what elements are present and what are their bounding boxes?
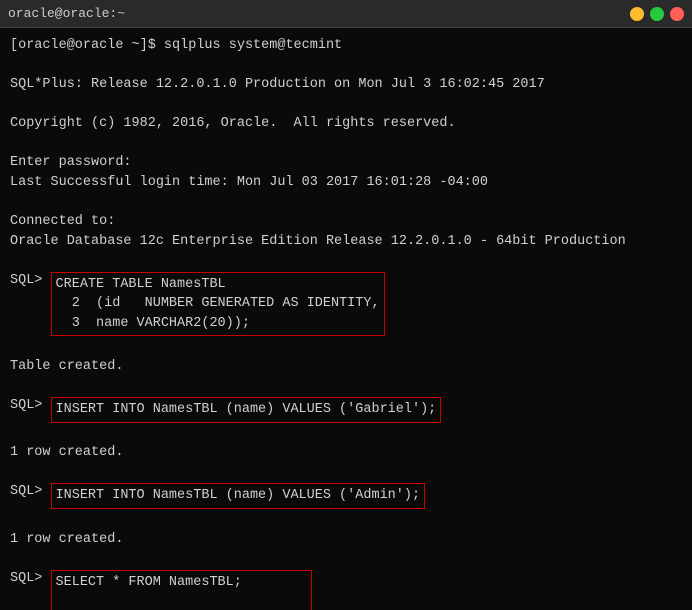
sql-prompt-1: SQL> [10,271,51,291]
create-table-block: SQL> CREATE TABLE NamesTBL 2 (id NUMBER … [10,271,682,338]
insert2-block: SQL> INSERT INTO NamesTBL (name) VALUES … [10,482,682,510]
insert1-line: INSERT INTO NamesTBL (name) VALUES ('Gab… [56,400,437,420]
blank [10,549,682,569]
blank [10,193,682,213]
create-line-1: CREATE TABLE NamesTBL [56,275,380,295]
copyright: Copyright (c) 1982, 2016, Oracle. All ri… [10,114,682,134]
maximize-button[interactable] [650,7,664,21]
insert1-command: INSERT INTO NamesTBL (name) VALUES ('Gab… [51,397,442,423]
blank [10,377,682,397]
window-controls[interactable] [630,7,684,21]
close-button[interactable] [670,7,684,21]
blank [10,337,682,357]
sql-prompt-4: SQL> [10,569,51,589]
window-title: oracle@oracle:~ [8,6,684,21]
blank [10,134,682,154]
insert2-command: INSERT INTO NamesTBL (name) VALUES ('Adm… [51,483,426,509]
create-table-command: CREATE TABLE NamesTBL 2 (id NUMBER GENER… [51,272,385,337]
create-line-2: 2 (id NUMBER GENERATED AS IDENTITY, [56,294,380,314]
terminal[interactable]: [oracle@oracle ~]$ sqlplus system@tecmin… [0,28,692,610]
select-block: SQL> SELECT * FROM NamesTBL; ID NAME ---… [10,569,682,610]
oracle-version: Oracle Database 12c Enterprise Edition R… [10,232,682,252]
row2-created: 1 row created. [10,530,682,550]
insert2-line: INSERT INTO NamesTBL (name) VALUES ('Adm… [56,486,421,506]
blank [10,463,682,483]
sql-prompt-3: SQL> [10,482,51,502]
sqlplus-version: SQL*Plus: Release 12.2.0.1.0 Production … [10,75,682,95]
command-line: [oracle@oracle ~]$ sqlplus system@tecmin… [10,36,682,56]
enter-password: Enter password: [10,153,682,173]
blank [10,251,682,271]
blank [10,510,682,530]
select-line: SELECT * FROM NamesTBL; [56,573,307,593]
insert1-block: SQL> INSERT INTO NamesTBL (name) VALUES … [10,396,682,424]
blank [10,95,682,115]
title-bar: oracle@oracle:~ [0,0,692,28]
blank [10,424,682,444]
table-created: Table created. [10,357,682,377]
create-line-3: 3 name VARCHAR2(20)); [56,314,380,334]
connected-to: Connected to: [10,212,682,232]
row1-created: 1 row created. [10,443,682,463]
minimize-button[interactable] [630,7,644,21]
last-login: Last Successful login time: Mon Jul 03 2… [10,173,682,193]
blank [10,56,682,76]
sql-prompt-2: SQL> [10,396,51,416]
blank [56,592,307,610]
select-command: SELECT * FROM NamesTBL; ID NAME --------… [51,570,312,610]
